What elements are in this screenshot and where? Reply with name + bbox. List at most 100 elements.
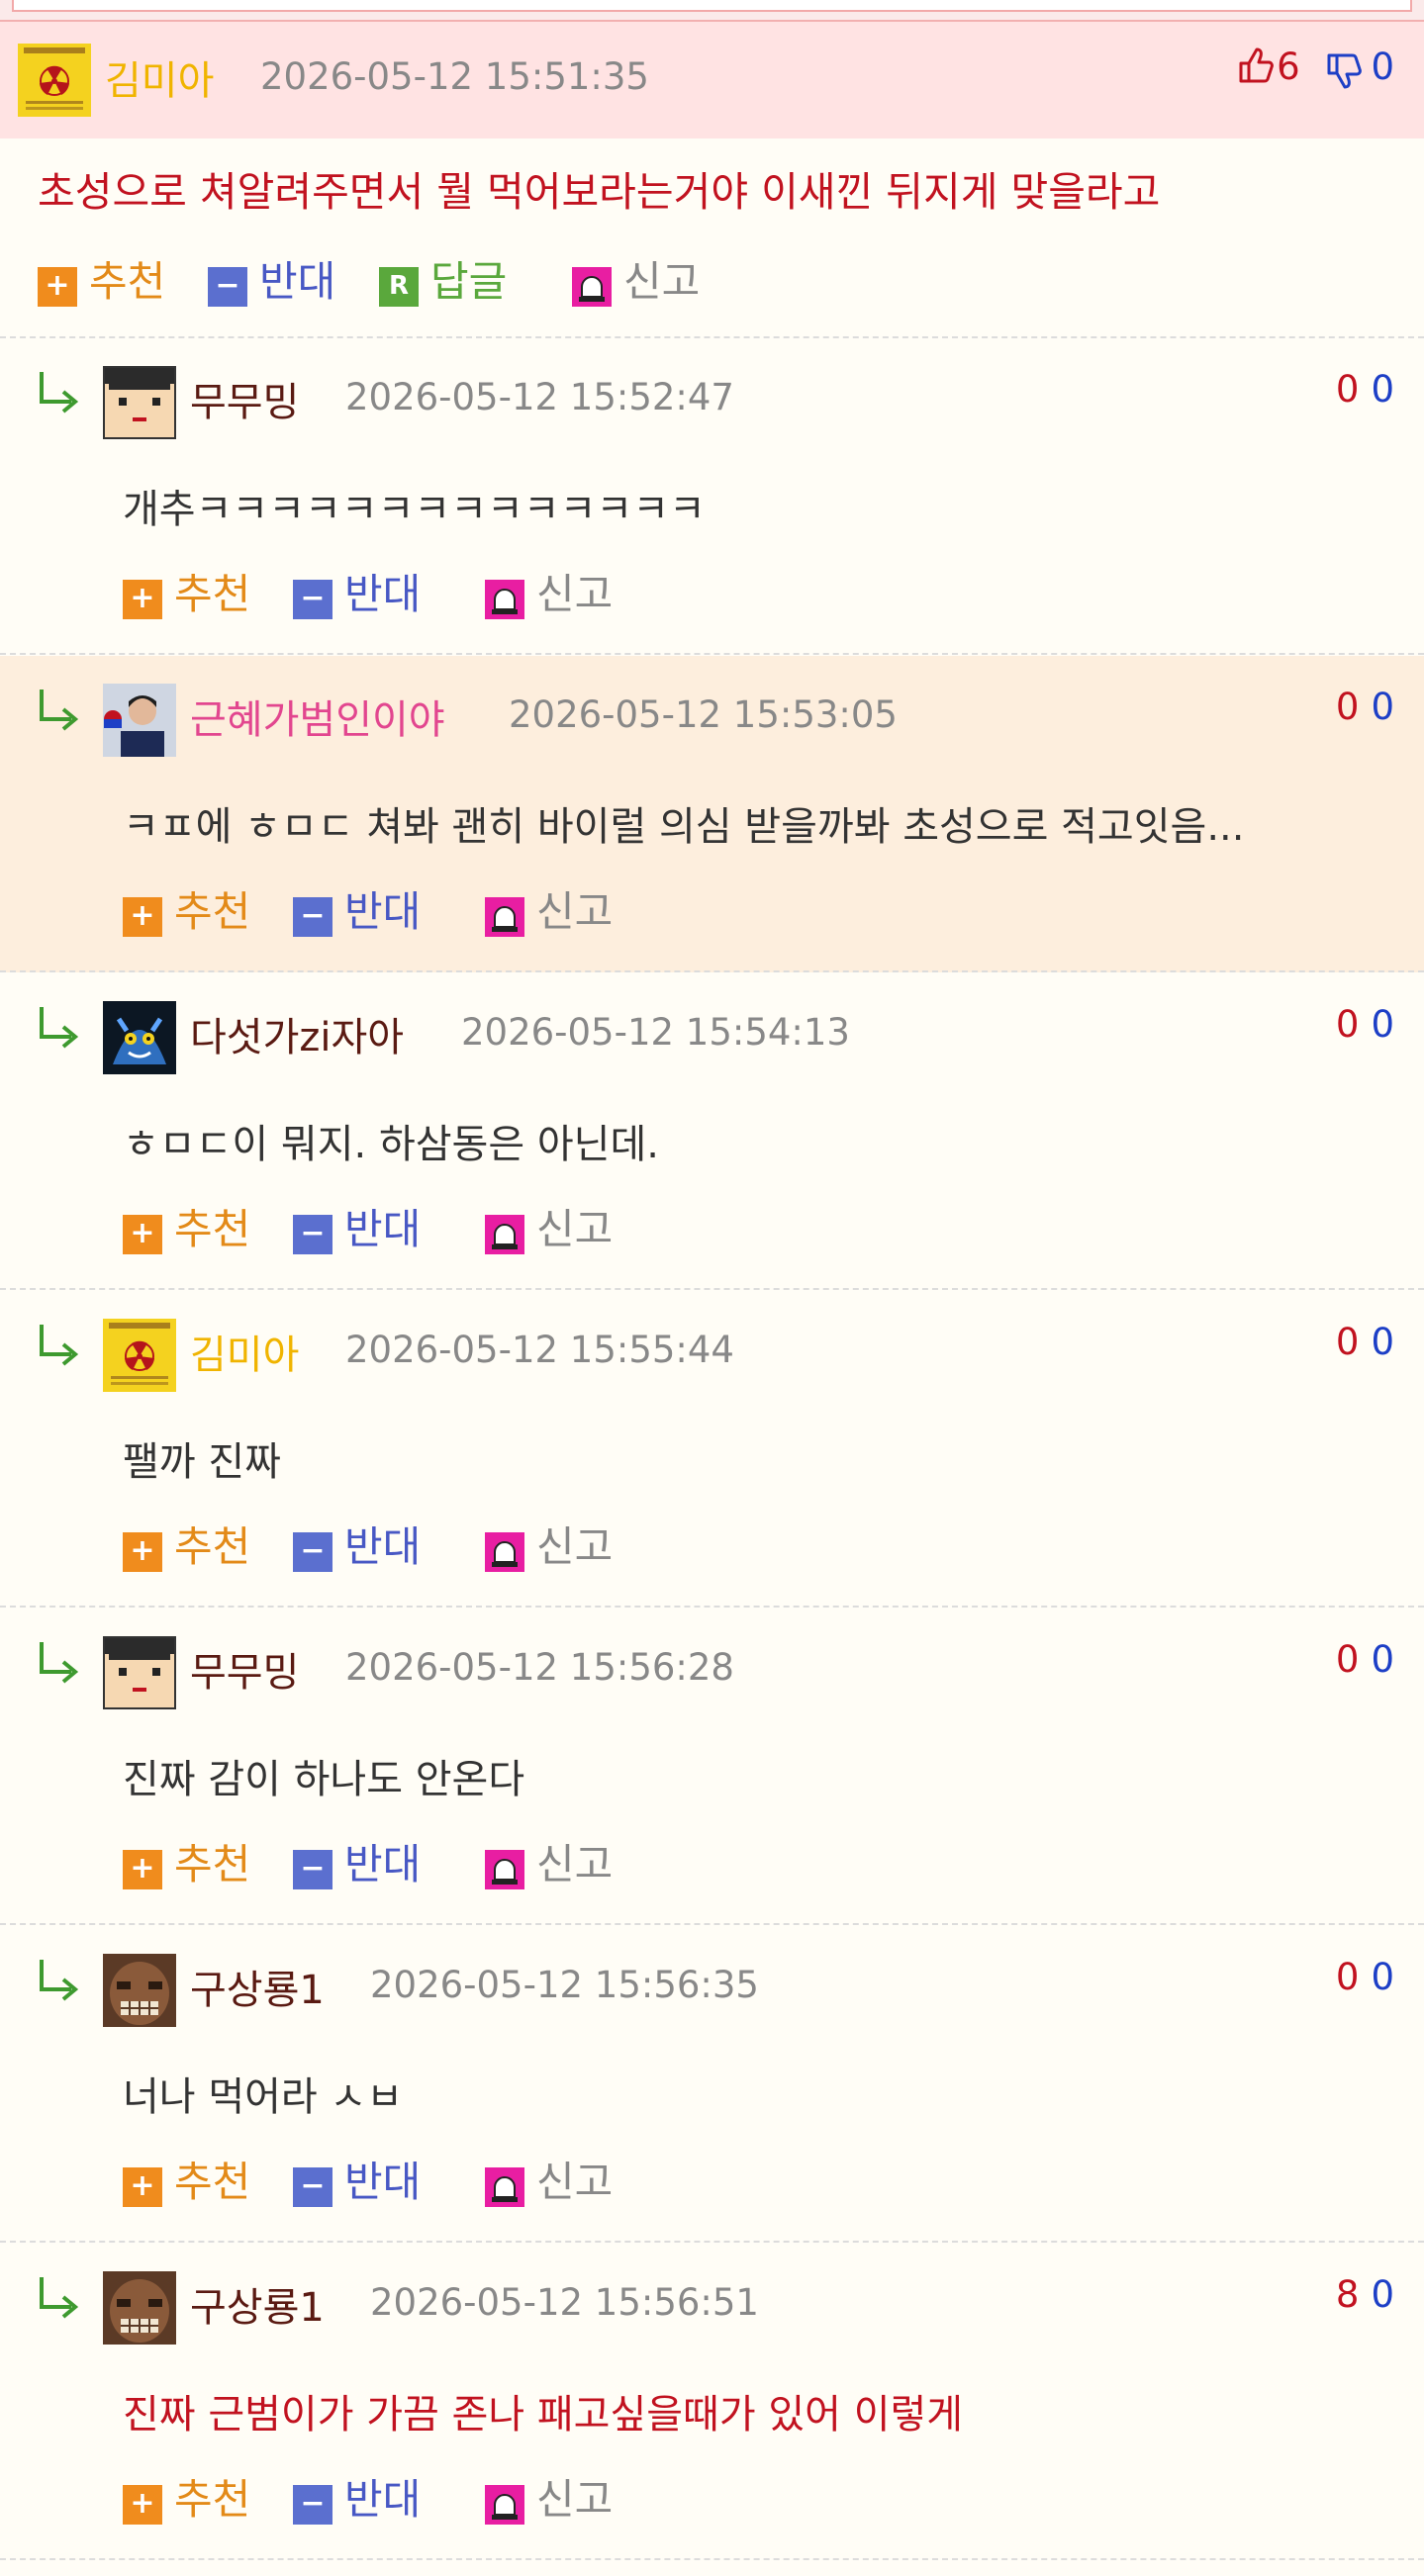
downvote-count: 0 xyxy=(1371,46,1394,88)
author-nickname[interactable]: 다섯가zi자아 xyxy=(190,1005,404,1062)
author-nickname[interactable]: 김미아 xyxy=(105,48,214,106)
author-nickname[interactable]: 구상룡1 xyxy=(190,2275,325,2333)
reply-item: 무무밍 2026-05-12 15:56:28 00 진짜 감이 하나도 안온다… xyxy=(0,1609,1424,1925)
recommend-label: 추천 xyxy=(174,570,251,618)
plus-icon: + xyxy=(123,580,162,619)
avatar[interactable] xyxy=(103,1636,176,1709)
reply-text: 팰까 진짜 xyxy=(123,1439,281,1485)
recommend-label: 추천 xyxy=(174,1205,251,1253)
report-label: 신고 xyxy=(536,2158,614,2206)
downvote-count: 0 xyxy=(1371,1956,1394,1998)
monster-face-icon xyxy=(103,1954,176,2027)
thumbs-up-icon[interactable] xyxy=(1237,46,1277,85)
comment-date: 2026-05-12 15:56:51 xyxy=(370,2281,759,2324)
comment-date: 2026-05-12 15:52:47 xyxy=(345,376,734,418)
reply-actions: + 추천 − 반대 신고 xyxy=(123,2158,716,2207)
siren-icon xyxy=(485,1532,524,1572)
avatar[interactable] xyxy=(18,44,91,117)
reply-item: 구상룡1 2026-05-12 15:56:51 80 진짜 근범이가 가끔 존… xyxy=(0,2244,1424,2560)
avatar[interactable] xyxy=(103,1954,176,2027)
oppose-label: 반대 xyxy=(344,570,422,618)
reply-actions: + 추천 − 반대 신고 xyxy=(123,1205,716,1254)
avatar[interactable] xyxy=(103,1319,176,1392)
downvote-count: 0 xyxy=(1371,368,1394,411)
oppose-label: 반대 xyxy=(344,2158,422,2206)
reply-icon: R xyxy=(379,267,419,307)
recommend-label: 추천 xyxy=(174,2475,251,2524)
reply-text: 너나 먹어라 ㅅㅂ xyxy=(123,2074,404,2120)
thumbs-down-icon[interactable] xyxy=(1325,51,1365,91)
reply-text: ㅎㅁㄷ이 뭐지. 하삼동은 아닌데. xyxy=(123,1122,659,1167)
reply-arrow-icon xyxy=(40,1007,79,1049)
reply-actions: + 추천 − 반대 신고 xyxy=(123,887,716,937)
minus-icon: − xyxy=(293,580,332,619)
plus-icon: + xyxy=(123,2167,162,2207)
recommend-label: 추천 xyxy=(174,2158,251,2206)
upvote-count: 0 xyxy=(1335,368,1360,411)
siren-icon xyxy=(572,267,612,307)
author-nickname[interactable]: 김미아 xyxy=(190,1323,299,1380)
comment-date: 2026-05-12 15:56:35 xyxy=(370,1964,759,2006)
comment-date: 2026-05-12 15:54:13 xyxy=(461,1011,850,1054)
reply-arrow-icon xyxy=(40,1325,79,1366)
plus-icon: + xyxy=(123,2485,162,2525)
author-nickname[interactable]: 무무밍 xyxy=(190,370,299,427)
author-nickname[interactable]: 근혜가범인이야 xyxy=(190,688,445,745)
report-label: 신고 xyxy=(536,1522,614,1571)
downvote-count: 0 xyxy=(1371,1638,1394,1681)
avatar[interactable] xyxy=(103,366,176,439)
upvote-count: 0 xyxy=(1335,1956,1360,1998)
recommend-label: 추천 xyxy=(174,1840,251,1888)
minus-icon: − xyxy=(208,267,247,307)
plus-icon: + xyxy=(123,897,162,937)
reply-arrow-icon xyxy=(40,1642,79,1684)
reply-actions: + 추천 − 반대 신고 xyxy=(123,570,716,619)
author-nickname[interactable]: 무무밍 xyxy=(190,1640,299,1698)
vote-counts: 00 xyxy=(1336,1321,1394,1363)
reply-label: 답글 xyxy=(430,257,508,306)
upvote-count: 0 xyxy=(1335,686,1360,728)
reply-item: 김미아 2026-05-12 15:55:44 00 팰까 진짜 + 추천 − … xyxy=(0,1291,1424,1608)
vote-counts: 00 xyxy=(1336,1003,1394,1046)
siren-icon xyxy=(485,2167,524,2207)
upvote-count: 0 xyxy=(1335,1003,1360,1046)
downvote-count: 0 xyxy=(1371,2273,1394,2316)
reply-item: 구상룡1 2026-05-12 15:56:35 00 너나 먹어라 ㅅㅂ + … xyxy=(0,1926,1424,2243)
comment-main: 김미아 2026-05-12 15:51:35 6 0 초성으로 쳐알려주면서 … xyxy=(0,22,1424,338)
author-nickname[interactable]: 구상룡1 xyxy=(190,1958,325,2015)
oppose-label: 반대 xyxy=(344,1522,422,1571)
downvote-count: 0 xyxy=(1371,686,1394,728)
comment-header: 김미아 2026-05-12 15:51:35 6 0 xyxy=(0,22,1424,138)
comment-date: 2026-05-12 15:51:35 xyxy=(260,55,649,98)
avatar[interactable] xyxy=(103,684,176,757)
reply-arrow-icon xyxy=(40,690,79,731)
radiation-badge-icon xyxy=(103,1319,176,1392)
minus-icon: − xyxy=(293,1850,332,1889)
minus-icon: − xyxy=(293,2167,332,2207)
upvote-count: 8 xyxy=(1335,2273,1360,2316)
minus-icon: − xyxy=(293,2485,332,2525)
reply-text: 진짜 감이 하나도 안온다 xyxy=(123,1757,525,1802)
reply-text: 개추ㅋㅋㅋㅋㅋㅋㅋㅋㅋㅋㅋㅋㅋㅋ xyxy=(123,487,706,532)
siren-icon xyxy=(485,1850,524,1889)
vote-counts: 6 0 xyxy=(1237,46,1394,91)
minus-icon: − xyxy=(293,897,332,937)
avatar[interactable] xyxy=(103,2271,176,2345)
reply-actions: + 추천 − 반대 신고 xyxy=(123,2475,716,2525)
upvote-count: 0 xyxy=(1335,1638,1360,1681)
oppose-label: 반대 xyxy=(344,1205,422,1253)
vote-counts: 00 xyxy=(1336,1638,1394,1681)
vote-counts: 00 xyxy=(1336,368,1394,411)
oppose-label: 반대 xyxy=(344,887,422,936)
top-border xyxy=(0,0,1424,22)
report-label: 신고 xyxy=(536,570,614,618)
vote-counts: 00 xyxy=(1336,1956,1394,1998)
siren-icon xyxy=(485,897,524,937)
reply-actions: + 추천 − 반대 신고 xyxy=(123,1522,716,1572)
recommend-label: 추천 xyxy=(89,257,166,306)
avatar[interactable] xyxy=(103,1001,176,1074)
siren-icon xyxy=(485,1215,524,1254)
plus-icon: + xyxy=(123,1532,162,1572)
radiation-icon xyxy=(18,44,91,117)
oppose-label: 반대 xyxy=(344,2475,422,2524)
